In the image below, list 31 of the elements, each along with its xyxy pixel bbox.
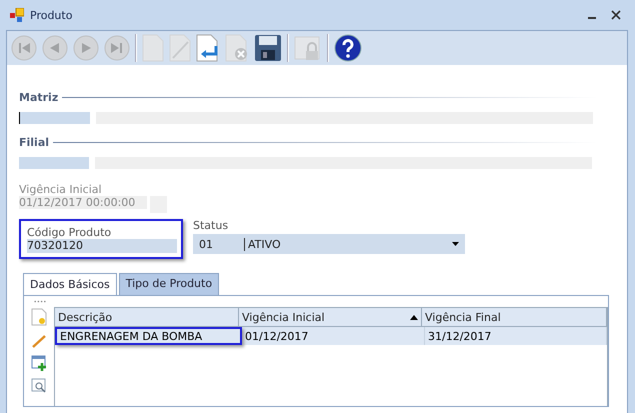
- column-title: Vigência Inicial: [242, 310, 325, 324]
- column-header[interactable]: Vigência Final: [422, 308, 607, 326]
- table-cell: 01/12/2017: [242, 327, 425, 345]
- app-icon: [10, 8, 24, 22]
- section-title: Filial: [19, 136, 50, 149]
- section-title: Matriz: [19, 91, 58, 104]
- field-label: Status: [193, 219, 230, 232]
- status-dropdown[interactable]: 01 ATIVO: [193, 234, 465, 254]
- column-title: Descrição: [58, 310, 112, 324]
- tab[interactable]: Tipo de Produto: [118, 273, 220, 295]
- grip-icon: [32, 300, 46, 303]
- column-title: Vigência Final: [425, 310, 501, 324]
- code-field[interactable]: [19, 112, 90, 124]
- undo-document-icon[interactable]: [196, 34, 220, 62]
- table-cell: ENGRENAGEM DA BOMBA: [55, 327, 242, 345]
- save-icon[interactable]: [254, 34, 282, 62]
- help-icon[interactable]: [334, 34, 362, 62]
- product-code-field[interactable]: 70320120: [27, 239, 177, 253]
- field-label: Código Produto: [27, 226, 112, 239]
- preview-icon[interactable]: [31, 377, 47, 395]
- new-document-icon[interactable]: [31, 308, 47, 326]
- column-header[interactable]: Descrição: [55, 308, 239, 326]
- field-label: Vigência Inicial: [19, 183, 103, 196]
- window-title: Produto: [30, 8, 72, 22]
- tab[interactable]: Dados Básicos: [23, 273, 117, 295]
- column-header[interactable]: Vigência Inicial: [239, 308, 422, 326]
- add-row-icon[interactable]: [31, 354, 47, 372]
- close-icon[interactable]: [611, 10, 621, 20]
- table-cell: 31/12/2017: [425, 327, 607, 345]
- dropdown-arrow-icon[interactable]: [452, 242, 459, 246]
- code-field[interactable]: [19, 157, 89, 169]
